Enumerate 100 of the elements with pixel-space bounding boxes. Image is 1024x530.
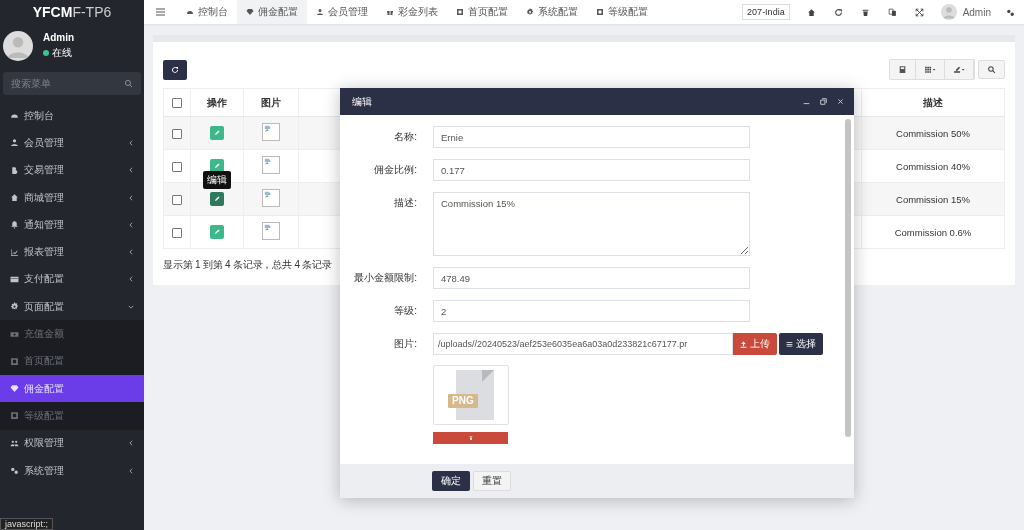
export-button[interactable] <box>945 60 974 79</box>
menu-search-field[interactable]: 搜索菜单 <box>3 72 141 95</box>
field-label: 等级: <box>393 304 418 318</box>
site-selector[interactable]: 207-India <box>742 4 790 20</box>
sidebar-subitem[interactable]: 充值金额 <box>0 320 144 348</box>
field-label: 图片: <box>393 337 418 351</box>
column-header: 操作 <box>190 88 244 117</box>
menu-icon[interactable] <box>156 8 165 16</box>
sidebar-subitem[interactable]: 首页配置 <box>0 347 144 375</box>
page-tab[interactable]: 佣金配置 <box>237 0 307 24</box>
diamond-icon <box>246 8 254 16</box>
field-label: 最小金额限制: <box>353 271 418 285</box>
refresh-button[interactable] <box>163 59 187 80</box>
restore-icon[interactable] <box>820 98 827 105</box>
field-label: 描述: <box>393 196 418 210</box>
text-field[interactable]: 478.49 <box>433 267 750 289</box>
status-bar-text: javascript:; <box>0 518 53 530</box>
user-status: 在线 <box>52 46 72 60</box>
user-name[interactable]: Admin <box>962 6 991 18</box>
row-checkbox[interactable] <box>172 194 182 205</box>
sidebar-item[interactable]: 会员管理 <box>0 129 144 157</box>
sidebar-subitem[interactable]: 佣金配置 <box>0 374 144 403</box>
table-cell: Commission 15% <box>861 182 1005 216</box>
pencil-icon <box>213 195 221 203</box>
search-icon <box>124 79 133 88</box>
bell-icon <box>10 220 19 230</box>
list-icon <box>786 340 793 348</box>
text-field[interactable]: 0.177 <box>433 159 750 181</box>
confirm-button[interactable]: 确定 <box>432 471 470 491</box>
refresh-icon[interactable] <box>833 7 843 17</box>
fullscreen-icon[interactable] <box>914 7 924 17</box>
sidebar-item[interactable]: 交易管理 <box>0 156 144 184</box>
text-field[interactable]: 2 <box>433 300 750 322</box>
field-label: 佣金比例: <box>373 163 418 177</box>
sidebar-item[interactable]: 页面配置 <box>0 293 144 321</box>
gauge-icon <box>10 111 19 121</box>
dialog-title: 编辑 <box>352 94 372 109</box>
sidebar-item[interactable]: 支付配置 <box>0 265 144 294</box>
diamond-icon <box>10 384 19 394</box>
chevron-icon <box>128 249 134 256</box>
choose-button[interactable]: 选择 <box>779 333 823 355</box>
broken-image-icon <box>262 222 280 240</box>
pencil-icon <box>213 228 221 236</box>
row-checkbox[interactable] <box>172 227 182 238</box>
logo-text: YFCMF-TP6 <box>31 3 113 22</box>
reset-button[interactable]: 重置 <box>473 471 511 491</box>
page-tab[interactable]: 首页配置 <box>447 0 517 24</box>
trash-icon[interactable] <box>860 7 870 17</box>
image-path-field[interactable]: /uploads//20240523/aef253e6035ea6a03a0d233821c67177.pr <box>433 333 733 355</box>
chevron-icon <box>128 221 134 228</box>
chevron-icon <box>128 303 134 310</box>
row-checkbox[interactable] <box>172 161 182 172</box>
sidebar-item[interactable]: 通知管理 <box>0 211 144 239</box>
broken-image-icon <box>262 156 280 174</box>
user-icon <box>10 138 19 148</box>
user-name: Admin <box>43 32 75 43</box>
chevron-icon <box>128 139 134 146</box>
gear-icon <box>526 8 534 16</box>
trash-icon <box>467 435 474 441</box>
export-icon <box>953 65 965 74</box>
bitcoin-icon <box>10 165 19 175</box>
page-tab[interactable]: 控制台 <box>177 0 237 24</box>
chevron-icon <box>128 167 134 174</box>
sidebar-item[interactable]: 商城管理 <box>0 183 144 212</box>
sidebar-item[interactable]: 控制台 <box>0 102 144 130</box>
chevron-icon <box>128 467 134 474</box>
text-area[interactable]: Commission 15% <box>433 192 750 256</box>
search-icon <box>987 65 996 74</box>
select-all-checkbox[interactable] <box>172 98 182 109</box>
avatar <box>3 31 33 61</box>
column-header: 图片 <box>243 88 299 117</box>
upload-icon <box>740 340 747 348</box>
sidebar-item[interactable]: 系统管理 <box>0 456 144 485</box>
sidebar-item[interactable]: 报表管理 <box>0 238 144 266</box>
broken-image-icon <box>262 189 280 207</box>
user-icon <box>316 8 324 16</box>
page-tab[interactable]: 会员管理 <box>307 0 377 24</box>
pencil-icon <box>213 129 221 137</box>
line-chart-icon <box>10 247 19 257</box>
refresh-icon <box>171 65 179 74</box>
chevron-icon <box>128 194 134 201</box>
scrollbar[interactable] <box>845 119 851 437</box>
sidebar-subitem[interactable]: 等级配置 <box>0 402 144 430</box>
upload-button[interactable]: 上传 <box>733 333 777 355</box>
text-field[interactable]: Ernie <box>433 126 750 148</box>
grid-icon <box>924 65 936 74</box>
home-icon[interactable] <box>806 7 816 17</box>
broken-image-icon <box>262 123 280 141</box>
chevron-icon <box>128 440 134 447</box>
gift-icon <box>386 8 394 16</box>
page-tab[interactable]: 系统配置 <box>517 0 587 24</box>
card-view-icon <box>898 65 907 74</box>
search-button[interactable] <box>978 60 1005 79</box>
page-tab[interactable]: 等级配置 <box>587 0 657 24</box>
page-tab[interactable]: 彩金列表 <box>377 0 447 24</box>
columns-button[interactable] <box>916 60 945 79</box>
toggle-view-button[interactable] <box>890 60 916 79</box>
row-checkbox[interactable] <box>172 128 182 139</box>
sidebar-item[interactable]: 权限管理 <box>0 429 144 457</box>
close-icon[interactable] <box>837 98 844 105</box>
